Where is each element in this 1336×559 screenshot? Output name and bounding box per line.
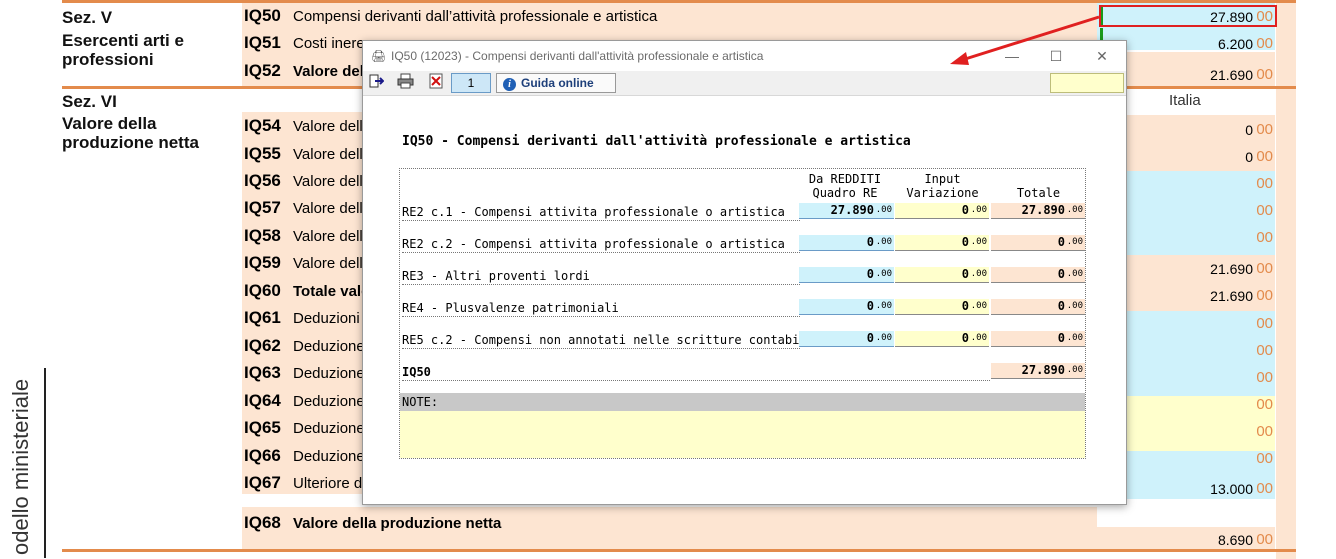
red-arrow [950,15,1100,65]
